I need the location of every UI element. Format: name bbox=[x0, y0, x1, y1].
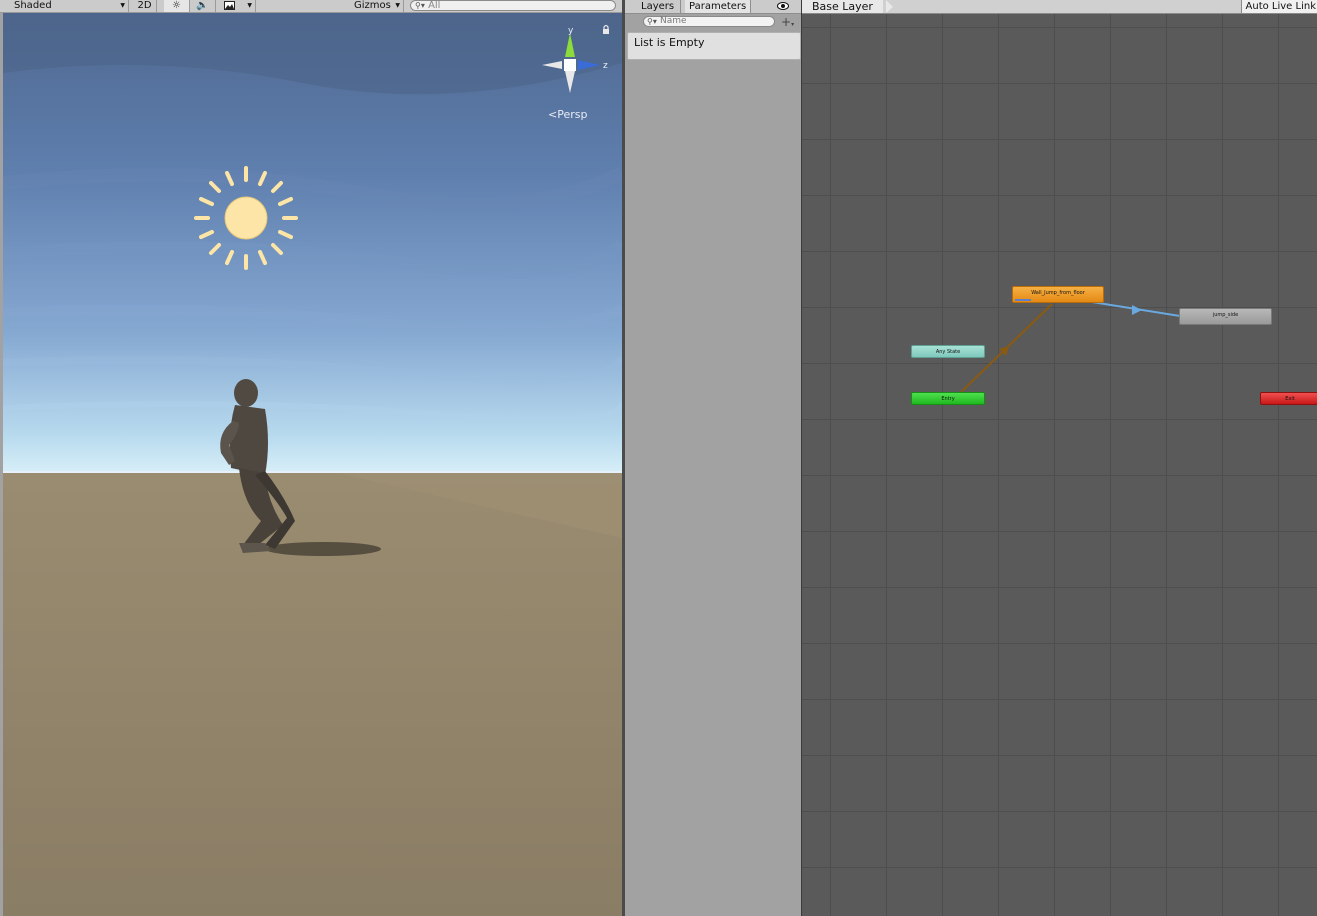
chevron-left-icon: < bbox=[548, 108, 558, 121]
2d-mode-label: 2D bbox=[137, 0, 152, 11]
arrow-icon bbox=[1132, 305, 1142, 315]
state-label: Exit bbox=[1285, 396, 1295, 402]
graph-breadcrumb-bar: Base Layer Auto Live Link bbox=[802, 0, 1317, 14]
auto-live-link-label: Auto Live Link bbox=[1245, 1, 1316, 12]
animator-side-panel: Layers Parameters ⚲▾ Name +▾ List is Emp… bbox=[625, 0, 801, 916]
projection-label: Persp bbox=[557, 108, 588, 121]
plus-dropdown-icon: +▾ bbox=[781, 15, 795, 29]
state-any-state[interactable]: Any State bbox=[911, 345, 985, 358]
gizmo-y-label: y bbox=[568, 26, 574, 36]
search-icon: ⚲▾ bbox=[415, 1, 425, 10]
state-jump-side[interactable]: jump_side bbox=[1179, 308, 1272, 325]
breadcrumb-base-layer[interactable]: Base Layer bbox=[802, 0, 883, 13]
transition-layer bbox=[960, 301, 1181, 393]
speaker-icon: 🔈 bbox=[196, 0, 209, 11]
projection-toggle[interactable]: <Persp bbox=[548, 108, 587, 121]
scene-search-placeholder: All bbox=[428, 0, 441, 11]
shading-mode-dropdown[interactable]: Shaded ▼ bbox=[0, 0, 129, 12]
scene-viewport[interactable]: y z <Persp bbox=[3, 13, 622, 916]
parameter-search-placeholder: Name bbox=[660, 16, 687, 26]
shading-mode-label: Shaded bbox=[14, 0, 52, 11]
breadcrumb-label: Base Layer bbox=[812, 0, 873, 13]
state-exit[interactable]: Exit bbox=[1260, 392, 1317, 405]
breadcrumb-arrow bbox=[886, 0, 893, 13]
effects-dropdown[interactable]: ▼ bbox=[218, 0, 256, 12]
state-label: Any State bbox=[935, 349, 961, 355]
empty-list-message: List is Empty bbox=[634, 36, 705, 49]
add-parameter-button[interactable]: +▾ bbox=[781, 15, 794, 29]
image-icon bbox=[224, 1, 235, 10]
state-label: jump_side bbox=[1212, 312, 1239, 318]
chevron-down-icon: ▼ bbox=[395, 2, 400, 9]
state-wall-jump-from-floor[interactable]: Wall_Jump_from_floor bbox=[1012, 286, 1104, 303]
sun-icon: ☼ bbox=[172, 0, 181, 11]
gizmo-z-label: z bbox=[603, 61, 608, 71]
auto-live-link-toggle[interactable]: Auto Live Link bbox=[1240, 0, 1317, 13]
animator-tabs: Layers Parameters bbox=[625, 0, 801, 14]
gizmos-dropdown[interactable]: Gizmos ▼ bbox=[350, 0, 404, 12]
search-icon: ⚲▾ bbox=[647, 17, 657, 26]
tab-parameters-label: Parameters bbox=[689, 1, 747, 12]
scene-view: Shaded ▼ 2D ☼ 🔈 ▼ Gizmos ▼ ⚲▾ All y z <P… bbox=[0, 0, 622, 916]
parameter-search-input[interactable]: ⚲▾ Name bbox=[643, 16, 775, 27]
lighting-toggle-button[interactable]: ☼ bbox=[164, 0, 190, 12]
chevron-down-icon: ▼ bbox=[120, 2, 125, 9]
gizmos-label: Gizmos bbox=[354, 0, 391, 11]
state-progress-bar bbox=[1015, 299, 1031, 301]
scene-toolbar: Shaded ▼ 2D ☼ 🔈 ▼ Gizmos ▼ ⚲▾ All bbox=[0, 0, 622, 13]
eye-icon[interactable] bbox=[777, 1, 789, 11]
state-entry[interactable]: Entry bbox=[911, 392, 985, 405]
tab-layers[interactable]: Layers bbox=[637, 0, 681, 13]
state-label: Entry bbox=[941, 396, 955, 402]
scene-render: y z bbox=[3, 13, 622, 916]
audio-toggle-button[interactable]: 🔈 bbox=[190, 0, 216, 12]
animator-graph[interactable]: Wall_Jump_from_floor jump_side Any State… bbox=[801, 0, 1317, 916]
scene-search-input[interactable]: ⚲▾ All bbox=[410, 0, 616, 11]
tab-layers-label: Layers bbox=[641, 1, 675, 12]
transition-wall-jump-to-jump-side[interactable] bbox=[1091, 301, 1181, 317]
chevron-down-icon: ▼ bbox=[247, 2, 252, 9]
parameter-list: List is Empty bbox=[627, 32, 801, 60]
2d-mode-button[interactable]: 2D bbox=[133, 0, 157, 12]
tab-parameters[interactable]: Parameters bbox=[685, 0, 751, 13]
state-label: Wall_Jump_from_floor bbox=[1031, 290, 1085, 296]
